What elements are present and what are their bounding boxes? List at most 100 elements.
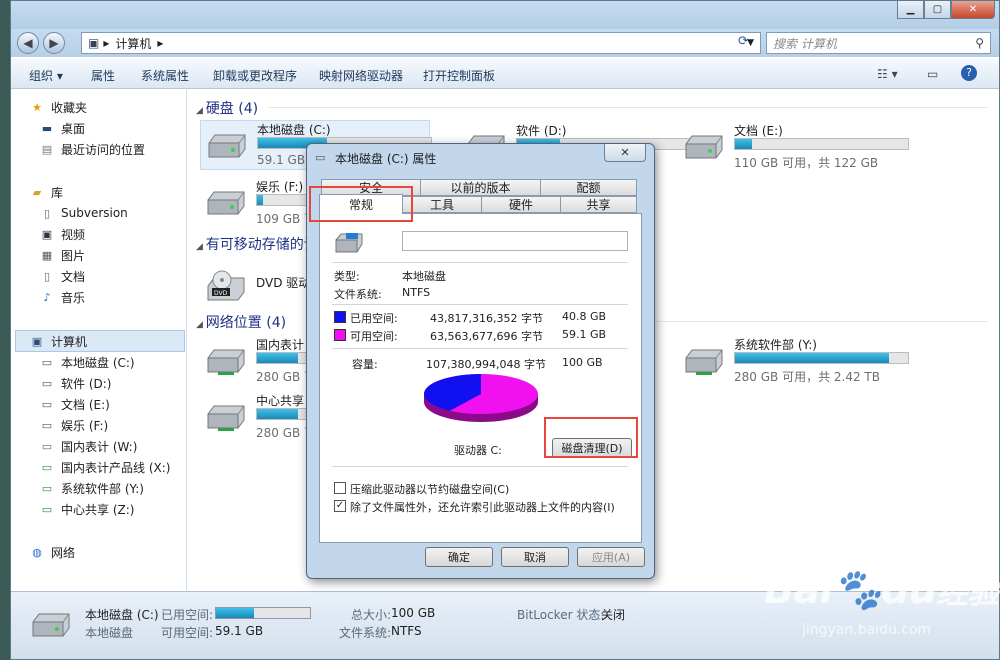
fs-value: NTFS (402, 286, 431, 299)
search-placeholder: 搜索 计算机 (773, 36, 837, 51)
sidebar-item-subversion[interactable]: ▯ Subversion (39, 203, 128, 223)
control-panel-button[interactable]: 打开控制面板 (423, 67, 495, 84)
refresh-icon[interactable]: ⟳ (738, 34, 749, 49)
annotation-highlight-cleanup-button (544, 417, 638, 458)
details-usage-fill (216, 608, 254, 618)
type-value: 本地磁盘 (402, 270, 446, 283)
star-icon: ★ (32, 100, 42, 114)
used-bytes: 43,817,316,352 字节 (430, 312, 543, 325)
divider (332, 262, 628, 263)
video-icon: ▣ (41, 227, 53, 241)
close-button[interactable]: ✕ (951, 1, 995, 19)
drive-name: 本地磁盘 (C:) (257, 123, 331, 137)
address-bar[interactable]: ▣ ▸ 计算机 ▸ ▼ (81, 32, 761, 54)
drive-item-y[interactable]: 系统软件部 (Y:) 280 GB 可用，共 2.42 TB (678, 336, 938, 386)
desktop-icon: ▬ (41, 121, 53, 135)
sidebar-item-documents[interactable]: ▯ 文档 (39, 266, 85, 286)
index-label: 除了文件属性外，还允许索引此驱动器上文件的内容(I) (350, 501, 615, 514)
drive-item-e[interactable]: 文档 (E:) 110 GB 可用，共 122 GB (678, 122, 938, 172)
volume-label-input[interactable] (402, 231, 628, 251)
uninstall-button[interactable]: 卸载或更改程序 (213, 67, 297, 84)
recent-places-icon: ▤ (41, 142, 53, 156)
drive-usage-fill (735, 353, 889, 363)
drive-size: 59.1 GB (257, 153, 306, 167)
sidebar-item-drive-z[interactable]: ▭ 中心共享 (Z:) (39, 499, 135, 519)
details-free: 59.1 GB (215, 624, 264, 638)
tab-quota[interactable]: 配额 (540, 179, 637, 196)
sidebar-item-computer[interactable]: ▣ 计算机 (29, 331, 87, 351)
sidebar-item-video[interactable]: ▣ 视频 (39, 224, 85, 244)
sidebar-item-drive-f[interactable]: ▭ 娱乐 (F:) (39, 415, 108, 435)
details-usage-bar (215, 607, 311, 619)
computer-icon: ▣ (31, 334, 43, 348)
sidebar-item-recent[interactable]: ▤ 最近访问的位置 (39, 139, 145, 159)
ok-button[interactable]: 确定 (425, 547, 493, 567)
divider (332, 466, 628, 467)
group-network[interactable]: ◢ 网络位置 (4) (196, 312, 286, 332)
sidebar-item-desktop[interactable]: ▬ 桌面 (39, 118, 85, 138)
tab-sharing[interactable]: 共享 (560, 196, 637, 213)
tab-general[interactable]: 常规 (319, 194, 403, 214)
sidebar-item-network[interactable]: ◍ 网络 (29, 542, 75, 562)
compress-label: 压缩此驱动器以节约磁盘空间(C) (350, 483, 510, 496)
system-drive-icon: ▭ (41, 355, 53, 369)
drive-usage-fill (257, 195, 263, 205)
system-properties-button[interactable]: 系统属性 (141, 67, 189, 84)
details-total: 100 GB (391, 606, 436, 620)
group-removable[interactable]: ◢ 有可移动存储的设 (196, 234, 318, 254)
collapse-arrow-icon: ◢ (196, 320, 206, 330)
drive-size: 110 GB 可用，共 122 GB (734, 156, 879, 170)
group-hdd[interactable]: ◢ 硬盘 (4) (196, 98, 258, 118)
back-button[interactable]: ◀ (17, 32, 39, 54)
details-name: 本地磁盘 (C:) (85, 608, 159, 622)
search-icon[interactable]: ⚲ (975, 36, 984, 50)
forward-button[interactable]: ▶ (43, 32, 65, 54)
tab-previous-versions[interactable]: 以前的版本 (420, 179, 541, 196)
network-drive-icon (682, 346, 726, 376)
usage-pie-chart (424, 374, 538, 422)
network-drive-icon: ▭ (41, 502, 53, 516)
dialog-title: 本地磁盘 (C:) 属性 (335, 152, 437, 166)
drive-icon: ▭ (41, 418, 53, 432)
sidebar-item-drive-d[interactable]: ▭ 软件 (D:) (39, 373, 112, 393)
sidebar-item-libraries[interactable]: ▰ 库 (29, 182, 63, 202)
organize-button[interactable]: 组织 ▾ (29, 67, 63, 84)
search-input[interactable]: 搜索 计算机 ⚲ (766, 32, 991, 54)
view-options-icon[interactable]: ☷ ▾ (877, 67, 898, 81)
document-icon: ▯ (43, 269, 51, 283)
cancel-button[interactable]: 取消 (501, 547, 569, 567)
used-label: 已用空间: (350, 312, 398, 325)
address-row: ◀ ▶ ▣ ▸ 计算机 ▸ ▼ ⟳ 搜索 计算机 ⚲ (11, 29, 999, 57)
sidebar-item-drive-c[interactable]: ▭ 本地磁盘 (C:) (39, 352, 135, 372)
help-icon[interactable]: ? (961, 65, 977, 81)
tab-tools[interactable]: 工具 (402, 196, 482, 213)
sidebar-item-favorites[interactable]: ★ 收藏夹 (29, 97, 87, 117)
drive-usage-fill (735, 139, 753, 149)
index-checkbox[interactable]: ✓ (334, 500, 346, 512)
apply-button[interactable]: 应用(A) (577, 547, 645, 567)
preview-pane-icon[interactable]: ▭ (927, 67, 938, 81)
system-drive-icon (205, 131, 249, 161)
sidebar-item-drive-w[interactable]: ▭ 国内表计 (W:) (39, 436, 138, 456)
compress-checkbox[interactable] (334, 482, 346, 494)
details-fs-label: 文件系统: (339, 626, 392, 640)
sidebar-item-drive-x[interactable]: ▭ 国内表计产品线 (X:) (39, 457, 171, 477)
network-drive-icon (204, 346, 248, 376)
system-drive-icon (334, 232, 364, 254)
svg-text:DVD: DVD (214, 290, 228, 297)
used-color-swatch (334, 311, 346, 323)
sidebar-item-pictures[interactable]: ▦ 图片 (39, 245, 85, 265)
map-drive-button[interactable]: 映射网络驱动器 (319, 67, 403, 84)
group-divider (268, 107, 988, 108)
sidebar-item-drive-e[interactable]: ▭ 文档 (E:) (39, 394, 110, 414)
pictures-icon: ▦ (41, 248, 53, 262)
maximize-button[interactable]: ▢ (924, 1, 951, 19)
sidebar-item-music[interactable]: ♪ 音乐 (39, 287, 85, 307)
properties-button[interactable]: 属性 (91, 67, 115, 84)
breadcrumb-computer[interactable]: 计算机 (115, 35, 151, 52)
minimize-button[interactable]: ▁ (897, 1, 924, 19)
tab-hardware[interactable]: 硬件 (481, 196, 561, 213)
sidebar-item-drive-y[interactable]: ▭ 系统软件部 (Y:) (39, 478, 144, 498)
dialog-close-button[interactable]: ✕ (604, 144, 646, 162)
divider (332, 348, 628, 349)
